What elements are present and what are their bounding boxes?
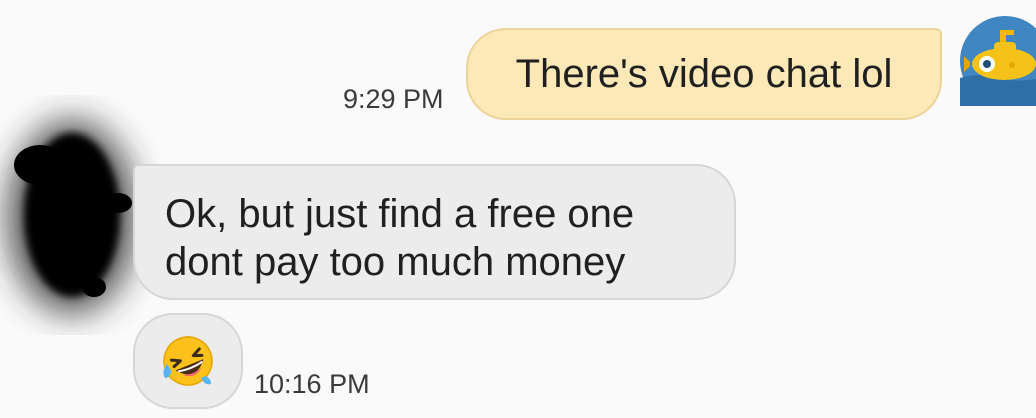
incoming-message-bubble[interactable]: Ok, but just find a free one dont pay to…	[133, 164, 736, 300]
message-timestamp: 9:29 PM	[343, 84, 444, 114]
message-text-line-1: Ok, but just find a free one	[165, 192, 635, 236]
incoming-emoji-bubble[interactable]	[133, 313, 243, 409]
message-text: There's video chat lol	[515, 51, 893, 96]
message-timestamp: 10:16 PM	[254, 369, 370, 399]
submarine-icon	[960, 16, 1036, 106]
my-avatar[interactable]	[960, 16, 1036, 112]
message-text-line-2: dont pay too much money	[165, 240, 626, 284]
chat-screen: 9:29 PM There's video chat lol Ok, but j…	[0, 0, 1036, 418]
rolling-on-floor-laughing-emoji-icon	[163, 336, 213, 386]
outgoing-message-bubble[interactable]: There's video chat lol	[466, 28, 942, 120]
